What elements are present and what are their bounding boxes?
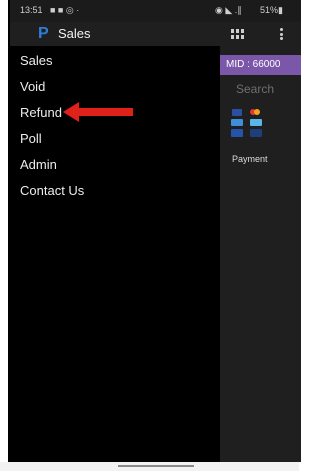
signal-icons: ◉ ◣ .∥ bbox=[215, 5, 242, 15]
payment-cards-icon[interactable] bbox=[228, 107, 268, 141]
grid-menu-icon[interactable] bbox=[231, 29, 244, 39]
system-navigation-bar bbox=[0, 462, 299, 471]
more-options-icon[interactable] bbox=[280, 28, 283, 40]
drawer-title: Sales bbox=[58, 26, 91, 41]
status-bar: 13:51 ■ ■ ◎ · ◉ ◣ .∥ 51%▮ bbox=[10, 0, 301, 22]
merchant-id-badge: MID : 66000 bbox=[220, 55, 301, 75]
notification-icons: ■ ■ ◎ · bbox=[50, 5, 80, 15]
battery-indicator: 51%▮ bbox=[260, 5, 283, 15]
navigation-drawer: P Sales Sales Void Refund Poll Admin Con… bbox=[10, 22, 220, 462]
menu-item-admin[interactable]: Admin bbox=[10, 152, 220, 178]
menu-item-sales[interactable]: Sales bbox=[10, 48, 220, 74]
red-arrow-annotation bbox=[63, 102, 133, 122]
drawer-menu: Sales Void Refund Poll Admin Contact Us bbox=[10, 48, 220, 204]
status-time: 13:51 bbox=[20, 5, 43, 15]
app-logo-icon: P bbox=[38, 25, 49, 42]
search-field[interactable]: Search bbox=[236, 82, 274, 96]
sales-screen-behind-drawer: MID : 66000 Search Payment bbox=[220, 22, 301, 462]
menu-item-contact-us[interactable]: Contact Us bbox=[10, 178, 220, 204]
phone-screen: 13:51 ■ ■ ◎ · ◉ ◣ .∥ 51%▮ P Sales Sales … bbox=[8, 0, 301, 462]
menu-item-void[interactable]: Void bbox=[10, 74, 220, 100]
drawer-header: P Sales bbox=[10, 22, 220, 46]
home-indicator[interactable] bbox=[118, 465, 194, 467]
menu-item-poll[interactable]: Poll bbox=[10, 126, 220, 152]
payment-label: Payment bbox=[232, 154, 268, 164]
